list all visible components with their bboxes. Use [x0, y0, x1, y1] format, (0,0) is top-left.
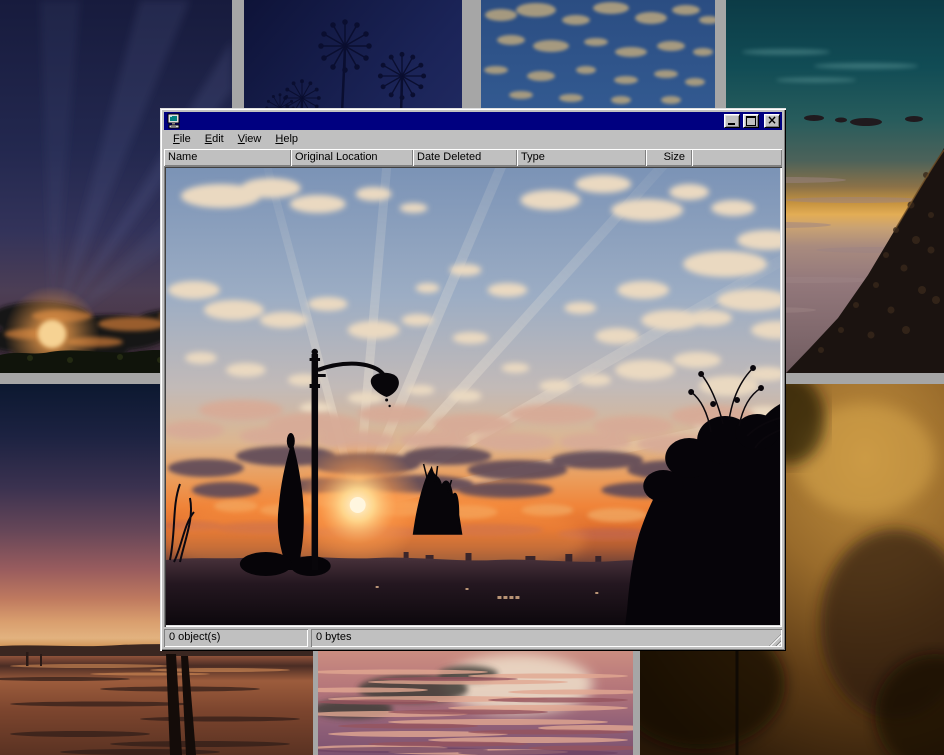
list-content-area[interactable]	[164, 166, 782, 627]
desktop: { "desktop": { "wallpaper_tiles": [ {"na…	[0, 0, 944, 755]
maximize-button[interactable]	[743, 114, 759, 128]
column-header-type[interactable]: Type	[517, 149, 646, 166]
column-header-name[interactable]: Name	[164, 149, 291, 166]
column-header-original-location[interactable]: Original Location	[291, 149, 413, 166]
menu-item-edit[interactable]: Edit	[198, 131, 231, 148]
column-header-size[interactable]: Size	[646, 149, 692, 166]
menubar: File Edit View Help	[164, 130, 782, 149]
list-column-headers: Name Original Location Date Deleted Type…	[164, 149, 782, 166]
computer-icon[interactable]	[166, 113, 182, 129]
close-button[interactable]	[764, 114, 780, 128]
status-objects: 0 object(s)	[164, 629, 308, 647]
sunset-streetlamp-photo	[166, 168, 780, 625]
statusbar: 0 object(s) 0 bytes	[164, 629, 782, 647]
titlebar[interactable]	[164, 112, 782, 130]
menu-item-view[interactable]: View	[231, 131, 269, 148]
status-bytes: 0 bytes	[311, 629, 782, 647]
column-header-date-deleted[interactable]: Date Deleted	[413, 149, 517, 166]
column-header-blank[interactable]	[692, 149, 782, 166]
recycle-bin-window: File Edit View Help Name Original Locati…	[160, 108, 786, 651]
menu-item-help[interactable]: Help	[268, 131, 305, 148]
menu-item-file[interactable]: File	[166, 131, 198, 148]
minimize-button[interactable]	[724, 114, 740, 128]
